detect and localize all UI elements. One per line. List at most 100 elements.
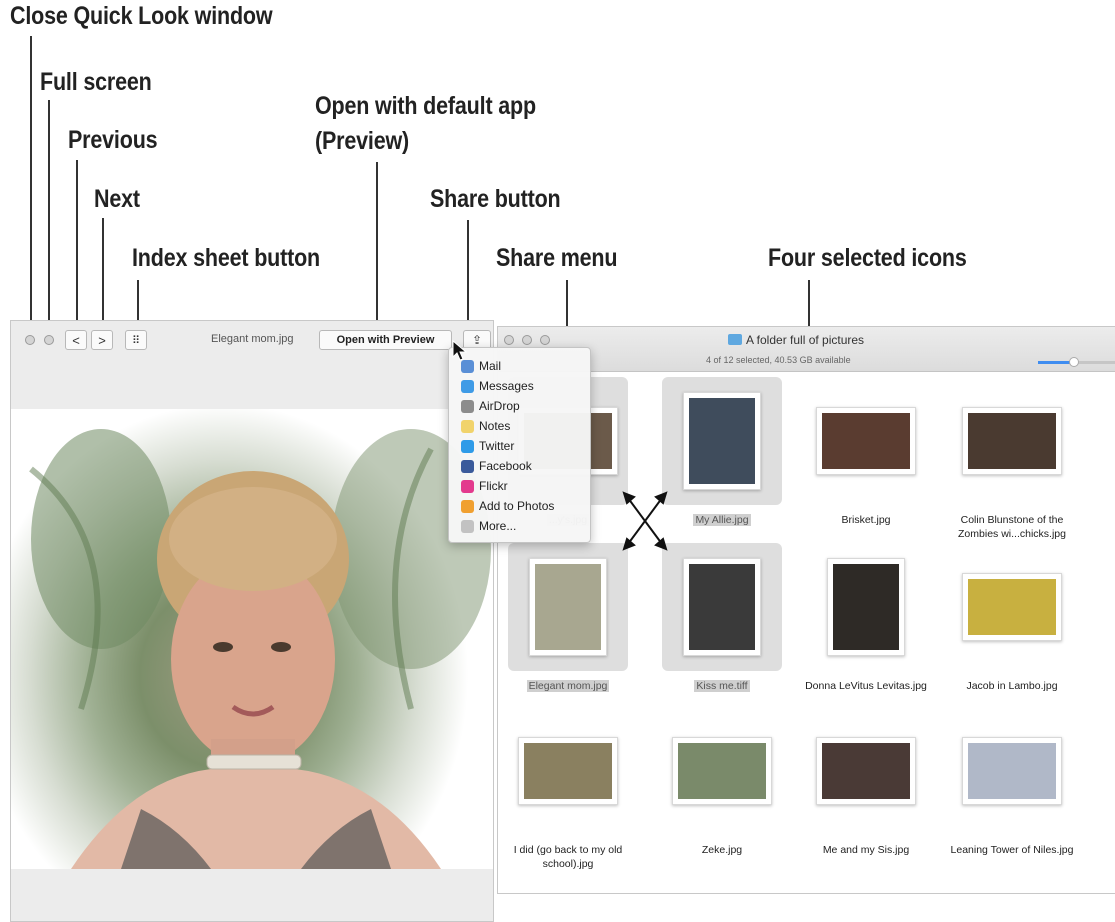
full-screen-icon[interactable] bbox=[44, 335, 54, 345]
file-item[interactable]: Me and my Sis.jpg bbox=[806, 707, 926, 877]
share-menu: Mail Messages AirDrop Notes Twitter Facebook F… bbox=[448, 347, 591, 543]
thumbnail-image bbox=[524, 743, 612, 799]
share-menu-item-facebook[interactable]: Facebook bbox=[461, 456, 532, 476]
finder-zoom-icon[interactable] bbox=[540, 335, 550, 345]
close-icon[interactable] bbox=[25, 335, 35, 345]
file-name-label: Jacob in Lambo.jpg bbox=[942, 679, 1082, 693]
file-item[interactable]: Kiss me.tiff bbox=[662, 543, 782, 713]
share-menu-item-label: Notes bbox=[479, 419, 511, 433]
file-thumbnail bbox=[816, 737, 916, 805]
previous-button[interactable]: < bbox=[65, 330, 87, 350]
share-menu-item-airdrop[interactable]: AirDrop bbox=[461, 396, 520, 416]
file-name-text: Donna LeVitus Levitas.jpg bbox=[805, 680, 927, 692]
share-menu-item-label: AirDrop bbox=[479, 399, 520, 413]
portrait-illustration bbox=[29, 429, 491, 869]
file-name-label: Donna LeVitus Levitas.jpg bbox=[796, 679, 936, 693]
file-thumbnail bbox=[962, 737, 1062, 805]
file-name-label: I did (go back to my old school).jpg bbox=[498, 843, 638, 871]
file-name-text: Kiss me.tiff bbox=[694, 680, 750, 692]
photos-icon bbox=[461, 499, 474, 513]
icon-size-slider[interactable] bbox=[1038, 357, 1115, 367]
file-name-label: Brisket.jpg bbox=[796, 513, 936, 527]
file-thumbnail bbox=[683, 392, 761, 490]
folder-icon bbox=[728, 334, 742, 345]
file-name-label: My Allie.jpg bbox=[652, 513, 792, 527]
share-menu-item-flickr[interactable]: Flickr bbox=[461, 476, 508, 496]
file-item[interactable]: Leaning Tower of Niles.jpg bbox=[951, 707, 1073, 877]
file-name-text: My Allie.jpg bbox=[693, 514, 751, 526]
leader-previous bbox=[76, 160, 78, 330]
file-item[interactable]: Donna LeVitus Levitas.jpg bbox=[805, 543, 927, 713]
quick-look-window: < > ⠿ Elegant mom.jpg Open with Preview … bbox=[10, 320, 494, 922]
thumbnail-image bbox=[833, 564, 899, 650]
four-selected-arrows bbox=[622, 491, 668, 551]
share-menu-item-notes[interactable]: Notes bbox=[461, 416, 510, 436]
share-menu-item-label: Add to Photos bbox=[479, 499, 555, 513]
file-thumbnail bbox=[827, 558, 905, 656]
thumbnail-image bbox=[822, 413, 910, 469]
file-name-text: Me and my Sis.jpg bbox=[822, 844, 910, 856]
share-menu-item-label: More... bbox=[479, 519, 517, 533]
file-name-label: Leaning Tower of Niles.jpg bbox=[942, 843, 1082, 857]
share-menu-item-label: Facebook bbox=[479, 459, 532, 473]
share-menu-item-label: Messages bbox=[479, 379, 534, 393]
share-menu-item-more[interactable]: More... bbox=[461, 516, 516, 536]
callout-previous: Previous bbox=[68, 126, 158, 154]
file-name-text: Zeke.jpg bbox=[701, 844, 743, 856]
file-thumbnail bbox=[529, 558, 607, 656]
quick-look-toolbar: < > ⠿ Elegant mom.jpg Open with Preview … bbox=[11, 321, 493, 361]
share-menu-item-messages[interactable]: Messages bbox=[461, 376, 534, 396]
file-name-label: Me and my Sis.jpg bbox=[796, 843, 936, 857]
finder-title: A folder full of pictures bbox=[746, 333, 865, 347]
file-item[interactable]: I did (go back to my old school).jpg bbox=[508, 707, 628, 877]
file-name-text: Brisket.jpg bbox=[841, 514, 891, 526]
share-menu-item-add-to-photos[interactable]: Add to Photos bbox=[461, 496, 554, 516]
finder-close-icon[interactable] bbox=[504, 335, 514, 345]
file-item[interactable]: Colin Blunstone of the Zombies wi...chic… bbox=[952, 377, 1072, 547]
callout-close-quick-look: Close Quick Look window bbox=[10, 2, 273, 30]
callout-index-sheet: Index sheet button bbox=[132, 244, 321, 272]
callout-full-screen: Full screen bbox=[40, 68, 152, 96]
leader-share-button bbox=[467, 220, 469, 332]
finder-minimize-icon[interactable] bbox=[522, 335, 532, 345]
share-menu-item-label: Flickr bbox=[479, 479, 508, 493]
preview-image bbox=[11, 409, 493, 869]
file-item[interactable]: Jacob in Lambo.jpg bbox=[952, 543, 1072, 713]
next-button[interactable]: > bbox=[91, 330, 113, 350]
file-item[interactable]: Zeke.jpg bbox=[662, 707, 782, 877]
callout-four-selected: Four selected icons bbox=[768, 244, 967, 272]
share-menu-item-twitter[interactable]: Twitter bbox=[461, 436, 514, 456]
notes-icon bbox=[461, 419, 474, 433]
share-menu-item-label: Twitter bbox=[479, 439, 515, 453]
flickr-icon bbox=[461, 479, 474, 493]
file-item[interactable]: Elegant mom.jpg bbox=[508, 543, 628, 713]
callout-open-default-line2: (Preview) bbox=[315, 127, 410, 155]
mouse-pointer-icon bbox=[452, 340, 468, 361]
share-menu-item-label: Mail bbox=[479, 359, 502, 373]
file-name-label: Kiss me.tiff bbox=[652, 679, 792, 693]
thumbnail-image bbox=[968, 413, 1056, 469]
file-name-text: Colin Blunstone of the Zombies wi...chic… bbox=[958, 514, 1066, 540]
open-with-preview-button[interactable]: Open with Preview bbox=[319, 330, 452, 350]
callout-open-default-line1: Open with default app bbox=[315, 92, 536, 120]
file-name-label: Elegant mom.jpg bbox=[498, 679, 638, 693]
callout-share-button: Share button bbox=[430, 185, 561, 213]
icon-size-slider-knob[interactable] bbox=[1069, 357, 1080, 367]
share-icon: ⇪ bbox=[471, 333, 483, 347]
file-thumbnail bbox=[518, 737, 618, 805]
leader-close bbox=[30, 36, 32, 332]
thumbnail-image bbox=[535, 564, 601, 650]
callout-share-menu: Share menu bbox=[496, 244, 618, 272]
file-item[interactable]: Brisket.jpg bbox=[806, 377, 926, 547]
file-thumbnail bbox=[672, 737, 772, 805]
file-name-text: Leaning Tower of Niles.jpg bbox=[950, 844, 1074, 856]
thumbnail-image bbox=[822, 743, 910, 799]
icon-size-slider-fill bbox=[1038, 361, 1074, 364]
finder-status-text: 4 of 12 selected, 40.53 GB available bbox=[706, 355, 851, 365]
file-item[interactable]: My Allie.jpg bbox=[662, 377, 782, 547]
callout-next: Next bbox=[94, 185, 140, 213]
twitter-icon bbox=[461, 439, 474, 453]
leader-open-default bbox=[376, 162, 378, 330]
index-sheet-button[interactable]: ⠿ bbox=[125, 330, 147, 350]
thumbnail-image bbox=[968, 579, 1056, 635]
